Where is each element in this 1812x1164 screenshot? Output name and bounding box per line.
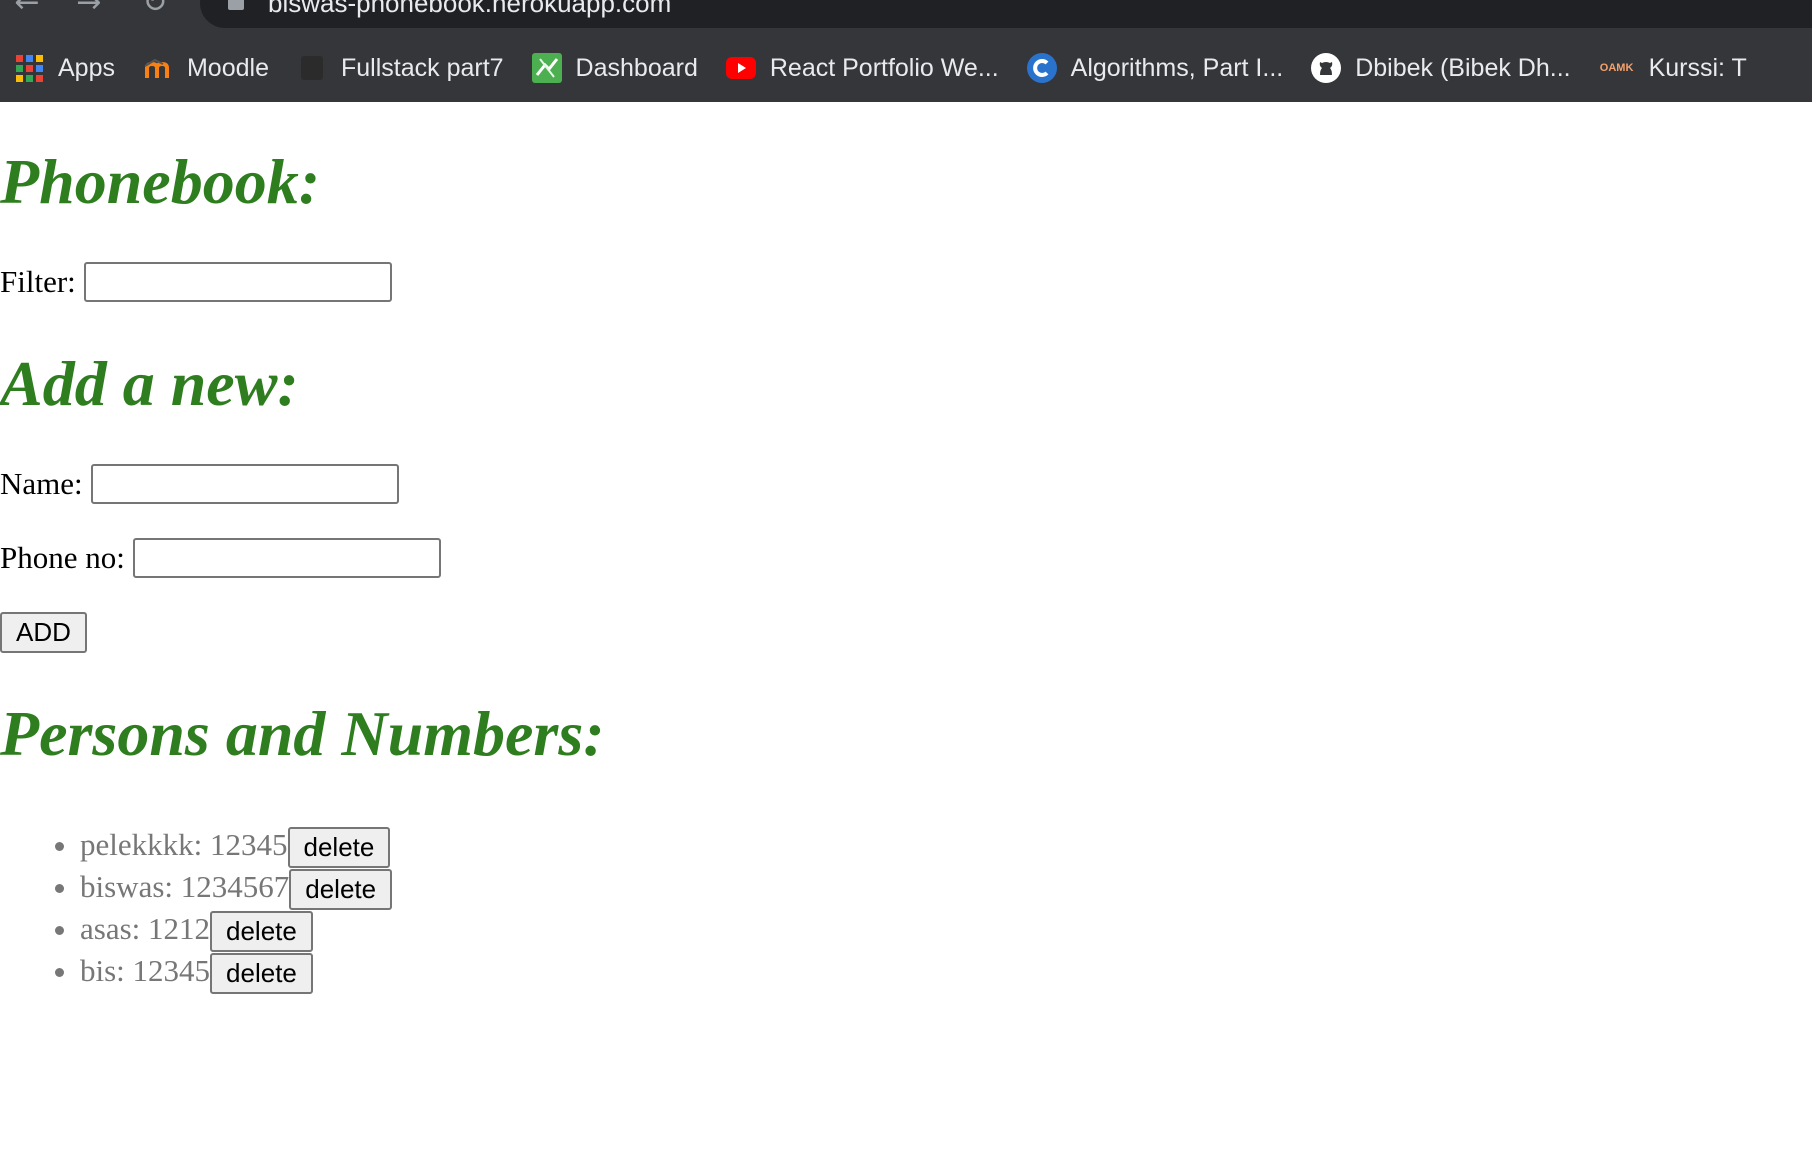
persons-heading: Persons and Numbers: (0, 698, 605, 769)
phone-label: Phone no: (0, 540, 125, 575)
bookmark-label: Fullstack part7 (340, 53, 504, 82)
bookmark-dashboard[interactable]: Dashboard (531, 53, 698, 83)
github-icon (1311, 53, 1342, 83)
phone-input[interactable] (132, 538, 441, 578)
name-label: Name: (0, 466, 83, 501)
bookmark-label: Kurssi: T (1648, 53, 1747, 82)
phonebook-heading: Phonebook: (0, 146, 320, 217)
add-button[interactable]: ADD (0, 612, 87, 653)
filter-row: Filter: (0, 262, 392, 302)
delete-button[interactable]: delete (289, 869, 393, 911)
bookmark-github[interactable]: Dbibek (Bibek Dh... (1311, 53, 1571, 83)
forward-arrow-icon[interactable]: → (72, 0, 106, 20)
url-text[interactable]: biswas-phonebook.herokuapp.com (268, 0, 671, 19)
youtube-icon (725, 53, 756, 83)
add-new-heading: Add a new: (0, 348, 299, 419)
bookmark-label: Moodle (186, 53, 269, 82)
person-entry-text: biswas: 1234567 (80, 869, 290, 904)
bookmark-apps[interactable]: Apps (14, 53, 115, 83)
person-item: bis: 12345delete (80, 950, 392, 995)
person-entry-text: pelekkkk: 12345 (80, 827, 288, 862)
reload-icon[interactable]: ↻ (138, 0, 172, 20)
name-row: Name: (0, 464, 399, 504)
bookmarks-bar: Apps Moodle Fullstack part7 Dashboard Re… (0, 44, 1812, 92)
bookmark-fullstack[interactable]: Fullstack part7 (297, 53, 504, 83)
add-button-row: ADD (0, 612, 87, 653)
bookmark-react-portfolio[interactable]: React Portfolio We... (725, 53, 999, 83)
persons-list: pelekkkk: 12345delete biswas: 1234567del… (0, 824, 393, 995)
bookmark-label: Algorithms, Part I... (1070, 53, 1284, 82)
back-arrow-icon[interactable]: ← (10, 0, 44, 20)
phonebook-page: Phonebook: Filter: Add a new: Name: Phon… (0, 102, 1812, 1164)
bookmark-label: Dashboard (575, 53, 698, 82)
name-input[interactable] (90, 464, 399, 504)
person-entry-text: bis: 12345 (80, 953, 211, 988)
bookmark-label: React Portfolio We... (769, 53, 999, 82)
bookmark-moodle[interactable]: Moodle (143, 53, 269, 83)
bookmark-label: Apps (58, 53, 115, 82)
person-item: pelekkkk: 12345delete (80, 824, 392, 869)
person-item: asas: 1212delete (80, 908, 392, 953)
lock-icon (228, 0, 244, 10)
delete-button[interactable]: delete (210, 911, 313, 953)
browser-chrome: ← → ↻ biswas-phonebook.herokuapp.com App… (0, 0, 1812, 102)
bookmark-kurssi[interactable]: OAMK Kurssi: T (1599, 53, 1747, 83)
dashboard-icon (531, 53, 562, 83)
apps-grid-icon (14, 53, 44, 83)
address-bar[interactable]: biswas-phonebook.herokuapp.com (200, 0, 1812, 28)
coursera-icon (1026, 53, 1057, 83)
filter-label: Filter: (0, 264, 76, 299)
oamk-icon: OAMK (1599, 53, 1635, 83)
oamk-logo-text: OAMK (1599, 62, 1634, 74)
toolbar: ← → ↻ biswas-phonebook.herokuapp.com (0, 0, 1812, 30)
phone-row: Phone no: (0, 538, 441, 578)
bookmark-algorithms[interactable]: Algorithms, Part I... (1026, 53, 1284, 83)
delete-button[interactable]: delete (210, 953, 313, 995)
person-entry-text: asas: 1212 (80, 911, 211, 946)
person-item: biswas: 1234567delete (80, 866, 393, 911)
bookmark-label: Dbibek (Bibek Dh... (1355, 53, 1571, 82)
blank-page-icon (297, 53, 327, 83)
delete-button[interactable]: delete (287, 827, 391, 869)
moodle-icon (143, 53, 173, 83)
filter-input[interactable] (83, 262, 392, 302)
